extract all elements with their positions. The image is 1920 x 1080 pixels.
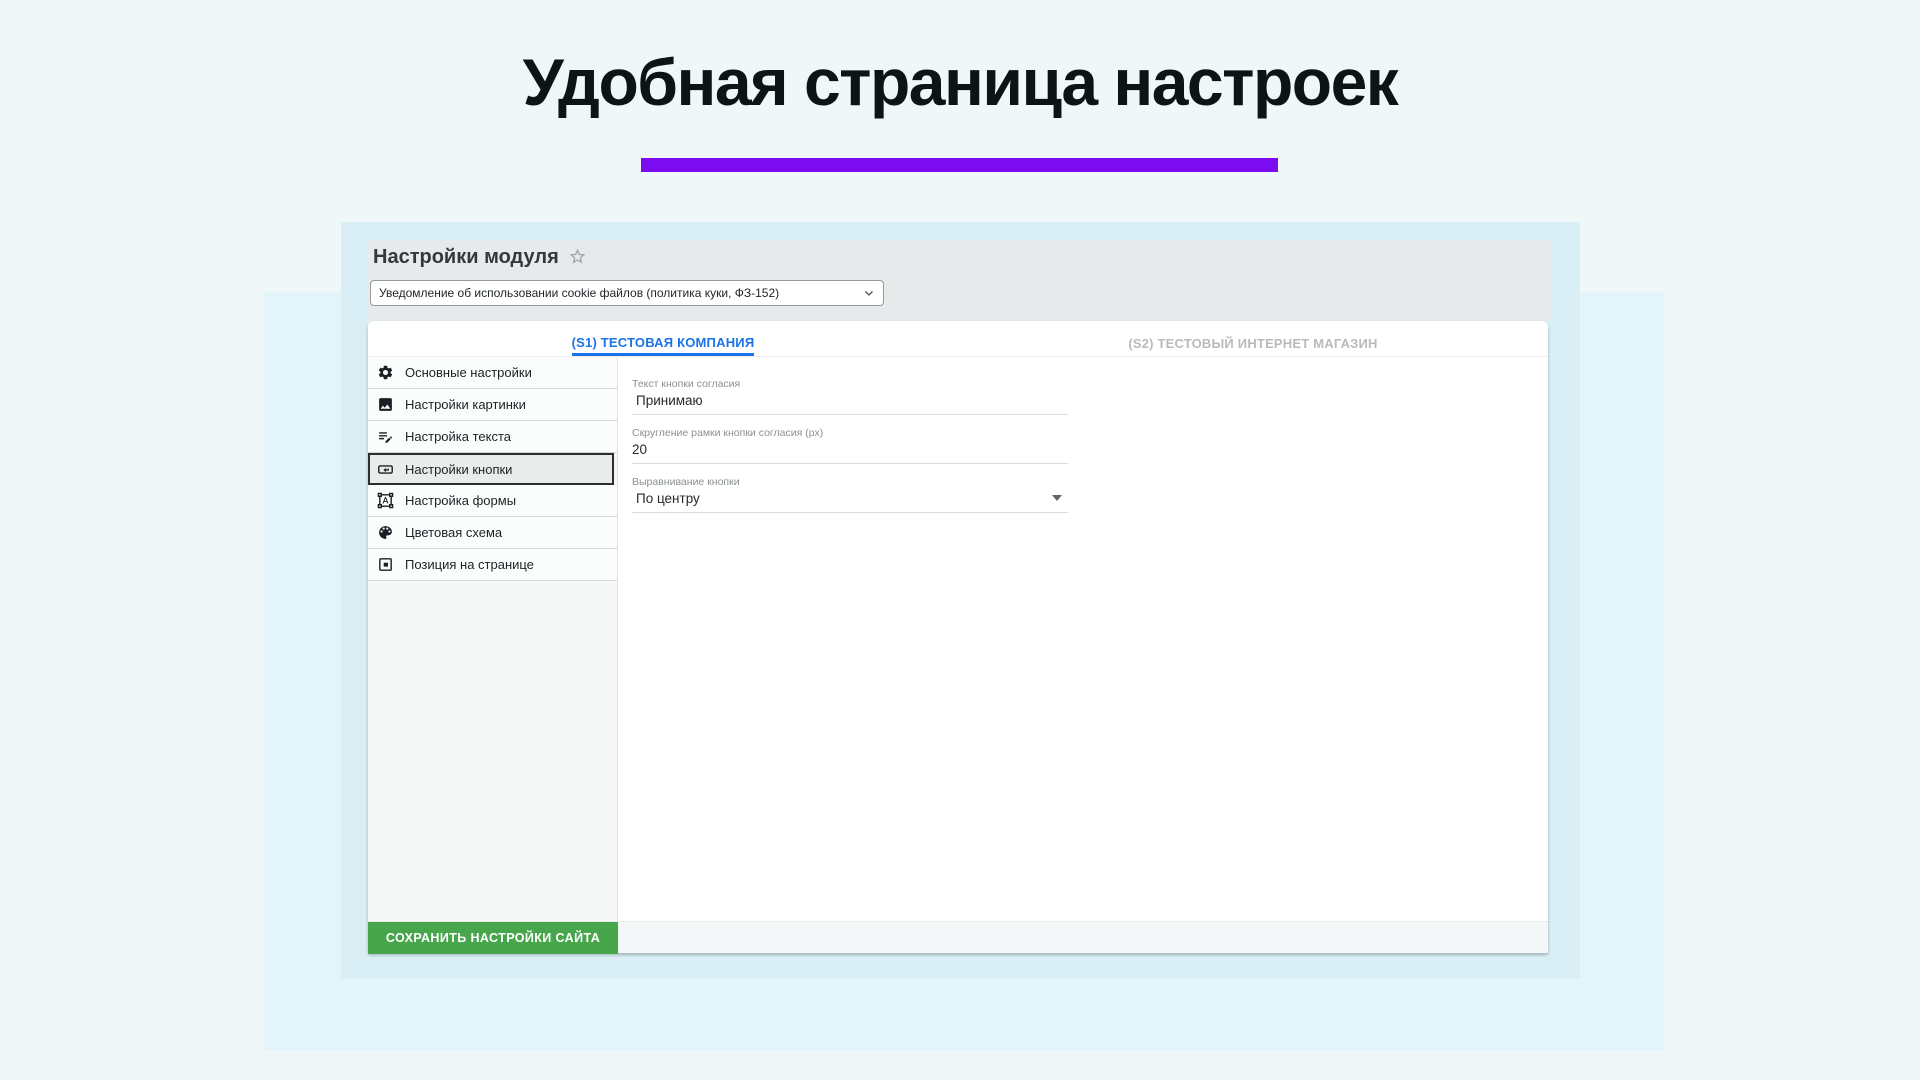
save-site-settings-button[interactable]: СОХРАНИТЬ НАСТРОЙКИ САЙТА bbox=[368, 922, 618, 954]
sidebar-item-label: Настройки кнопки bbox=[405, 461, 513, 477]
sidebar-item-label: Цветовая схема bbox=[405, 525, 503, 540]
site-tabbar: (S1) ТЕСТОВАЯ КОМПАНИЯ (S2) ТЕСТОВЫЙ ИНТ… bbox=[368, 321, 1548, 357]
sidebar-item-image-settings[interactable]: Настройки картинки bbox=[368, 389, 617, 421]
sidebar-item-label: Настройка текста bbox=[405, 429, 512, 444]
page-title: Удобная страница настроек bbox=[522, 45, 1399, 119]
sidebar-item-main-settings[interactable]: Основные настройки bbox=[368, 357, 617, 389]
module-select[interactable]: Уведомление об использовании cookie файл… bbox=[370, 280, 884, 306]
panel-header: Настройки модуля Уведомление об использо… bbox=[368, 240, 1552, 321]
settings-form: Текст кнопки согласия Принимаю Скруглени… bbox=[618, 357, 1548, 921]
panel-footer: СОХРАНИТЬ НАСТРОЙКИ САЙТА bbox=[368, 921, 1548, 954]
field-label: Скругление рамки кнопки согласия (px) bbox=[632, 427, 824, 439]
position-icon bbox=[377, 556, 394, 573]
image-icon bbox=[377, 396, 394, 413]
settings-panel: (S1) ТЕСТОВАЯ КОМПАНИЯ (S2) ТЕСТОВЫЙ ИНТ… bbox=[368, 321, 1548, 954]
palette-icon bbox=[377, 524, 394, 541]
button-icon bbox=[377, 461, 394, 478]
panel-body: Основные настройки Настройки картинки На… bbox=[368, 357, 1548, 921]
sidebar-item-page-position[interactable]: Позиция на странице bbox=[368, 549, 617, 581]
sidebar-item-color-scheme[interactable]: Цветовая схема bbox=[368, 517, 617, 549]
field-label: Текст кнопки согласия bbox=[632, 378, 741, 390]
sidebar-item-label: Позиция на странице bbox=[405, 557, 534, 572]
sidebar-item-label: Настройки картинки bbox=[405, 397, 526, 412]
module-settings-container: Настройки модуля Уведомление об использо… bbox=[341, 222, 1580, 978]
field-border-radius[interactable]: Скругление рамки кнопки согласия (px) 20 bbox=[632, 427, 1068, 464]
chevron-down-icon bbox=[863, 287, 875, 299]
text-edit-icon bbox=[377, 428, 394, 445]
page: Удобная страница настроек Настройки моду… bbox=[0, 0, 1920, 1080]
field-value: Принимаю bbox=[636, 393, 703, 408]
module-select-value: Уведомление об использовании cookie файл… bbox=[379, 286, 780, 300]
dropdown-arrow-icon bbox=[1052, 495, 1062, 501]
tab-site-2[interactable]: (S2) ТЕСТОВЫЙ ИНТЕРНЕТ МАГАЗИН bbox=[958, 321, 1548, 356]
field-value: 20 bbox=[632, 442, 648, 457]
tab-site-2-label: (S2) ТЕСТОВЫЙ ИНТЕРНЕТ МАГАЗИН bbox=[1128, 336, 1378, 351]
sidebar-item-text-settings[interactable]: Настройка текста bbox=[368, 421, 617, 453]
tab-site-1-label: (S1) ТЕСТОВАЯ КОМПАНИЯ bbox=[571, 335, 755, 356]
field-value: По центру bbox=[636, 491, 700, 506]
form-shapes-icon bbox=[377, 492, 394, 509]
sidebar-item-label: Настройка формы bbox=[405, 493, 517, 508]
gear-icon bbox=[377, 364, 394, 381]
title-underline-bar bbox=[641, 158, 1278, 172]
field-button-alignment[interactable]: Выравнивание кнопки По центру bbox=[632, 476, 1068, 513]
tab-site-1[interactable]: (S1) ТЕСТОВАЯ КОМПАНИЯ bbox=[368, 321, 958, 356]
field-button-text[interactable]: Текст кнопки согласия Принимаю bbox=[632, 378, 1068, 415]
field-label: Выравнивание кнопки bbox=[632, 476, 740, 488]
favorite-star-icon[interactable] bbox=[568, 247, 587, 266]
sidebar-item-form-settings[interactable]: Настройка формы bbox=[368, 485, 617, 517]
panel-title: Настройки модуля bbox=[373, 246, 559, 268]
sidebar-item-label: Основные настройки bbox=[405, 365, 532, 380]
sidebar-item-button-settings[interactable]: Настройки кнопки bbox=[368, 453, 614, 485]
settings-sidebar: Основные настройки Настройки картинки На… bbox=[368, 357, 618, 921]
